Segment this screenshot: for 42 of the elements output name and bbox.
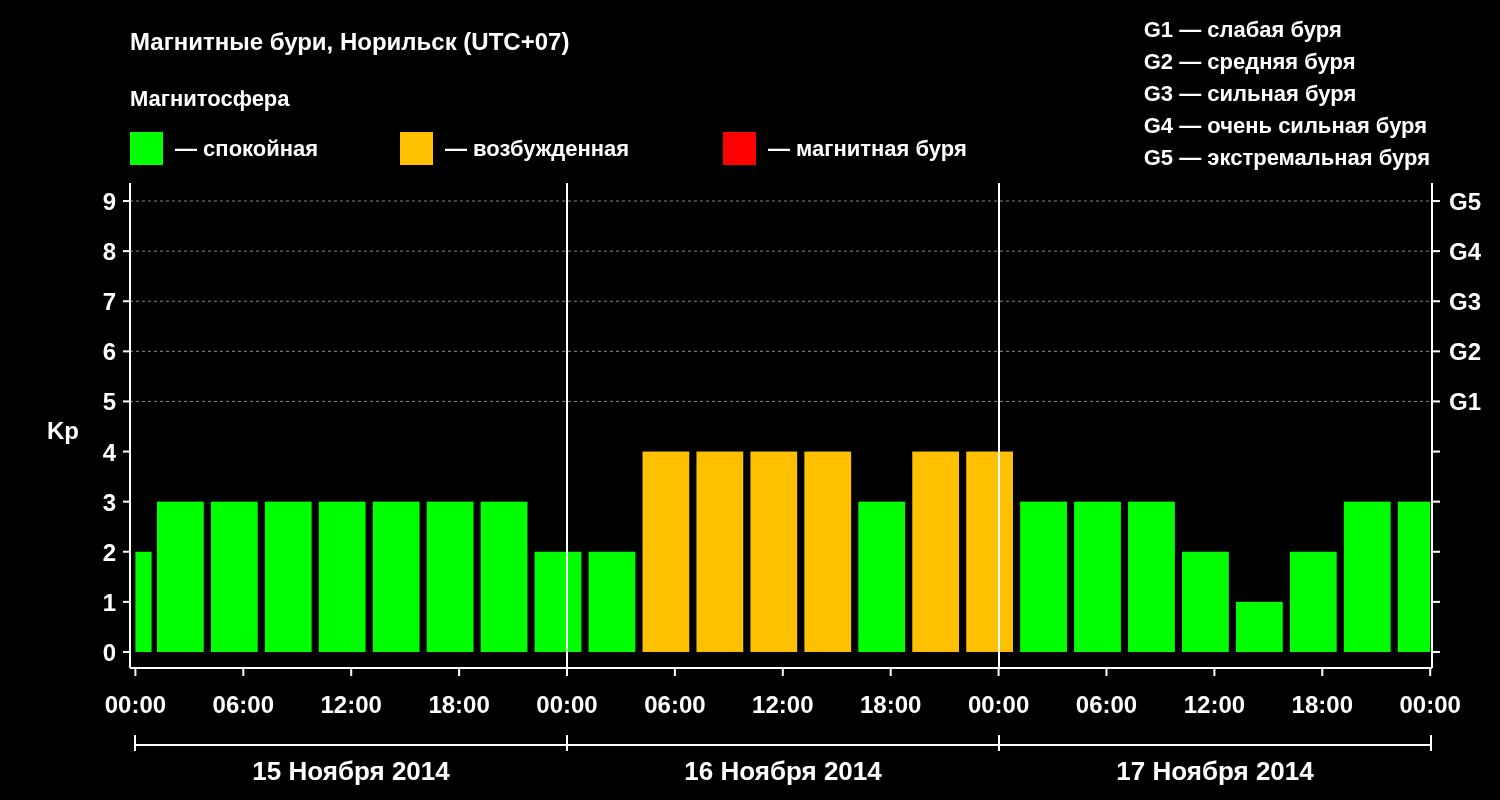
storm-scale-entry: G2 — средняя буря [1143, 48, 1357, 76]
date-label: 16 Ноября 2014 [684, 756, 882, 786]
storm-level-label: G2 [1449, 338, 1481, 366]
y-tick-label: 8 [102, 238, 116, 266]
storm-level-label: G1 [1449, 388, 1481, 416]
storm-level-label: G5 [1449, 188, 1481, 216]
storm-level-label: G3 [1449, 288, 1481, 316]
storm-level-label: G4 [1449, 238, 1481, 266]
y-tick-label: 3 [102, 488, 116, 516]
y-axis-label: Kp [47, 417, 79, 444]
legend-label: — возбужденная [445, 135, 630, 162]
y-tick-label: 0 [102, 638, 116, 666]
x-tick-label: 06:00 [1075, 691, 1138, 718]
x-tick-label: 12:00 [1183, 691, 1246, 718]
date-label: 15 Ноября 2014 [252, 756, 450, 786]
x-tick-label: 12:00 [320, 691, 382, 718]
chart-title: Магнитные бури, Норильск (UTC+07) [130, 28, 571, 56]
storm-scale-entry: G1 — слабая буря [1143, 16, 1343, 44]
y-tick-label: 7 [102, 288, 116, 316]
x-tick-label: 06:00 [644, 691, 706, 718]
storm-scale-entry: G4 — очень сильная буря [1143, 112, 1429, 140]
storm-scale-entry: G5 — экстремальная буря [1143, 144, 1430, 172]
legend-label: — магнитная буря [768, 135, 967, 162]
x-tick-label: 18:00 [428, 691, 490, 718]
y-tick-label: 6 [102, 338, 116, 366]
x-tick-label: 00:00 [104, 691, 167, 718]
x-tick-label: 18:00 [1291, 691, 1353, 718]
y-tick-label: 9 [102, 188, 116, 216]
x-tick-label: 00:00 [967, 691, 1030, 718]
x-tick-label: 18:00 [860, 691, 922, 718]
storm-scale-entry: G3 — сильная буря [1143, 80, 1358, 108]
date-label: 17 Ноября 2014 [1116, 756, 1314, 786]
y-tick-label: 5 [102, 388, 116, 416]
y-tick-label: 1 [102, 588, 116, 616]
x-tick-label: 00:00 [536, 691, 598, 718]
x-tick-label: 00:00 [1399, 691, 1461, 718]
y-tick-label: 4 [102, 438, 116, 466]
x-tick-label: 06:00 [212, 691, 274, 718]
legend-label: — спокойная [175, 135, 319, 162]
y-tick-label: 2 [102, 538, 116, 566]
x-tick-label: 12:00 [752, 691, 814, 718]
legend-title: Магнитосфера [130, 86, 291, 112]
